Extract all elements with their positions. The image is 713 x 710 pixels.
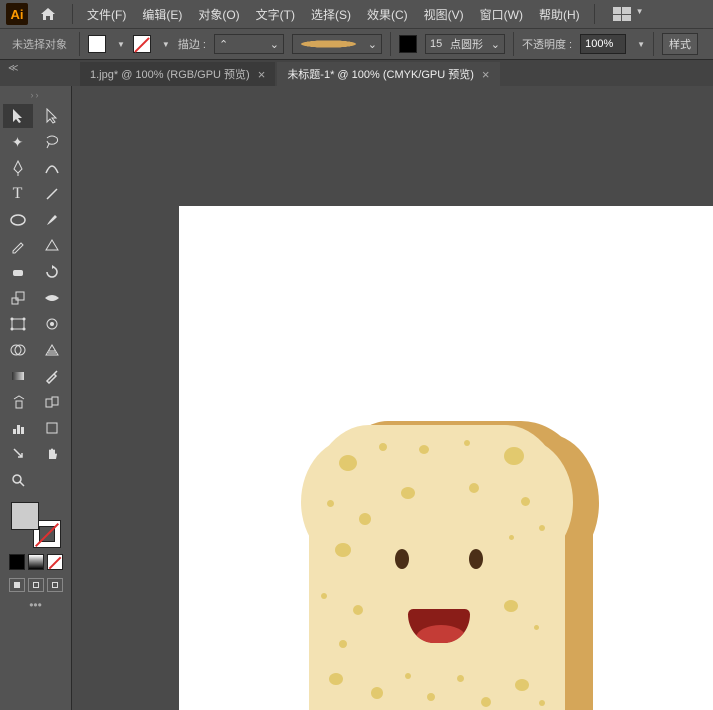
menu-file[interactable]: 文件(F) [81,4,132,25]
divider [79,32,80,56]
perspective-grid-tool[interactable] [37,338,67,362]
divider [72,4,73,24]
shape-builder-tool[interactable] [3,338,33,362]
magic-wand-tool[interactable]: ✦ [3,130,33,154]
paintbrush-tool[interactable] [37,208,67,232]
close-icon[interactable]: × [482,67,490,82]
layout-switcher[interactable]: ▼ [613,7,644,21]
divider [513,32,514,56]
menu-help[interactable]: 帮助(H) [533,4,586,25]
menu-bar: Ai 文件(F) 编辑(E) 对象(O) 文字(T) 选择(S) 效果(C) 视… [0,0,713,28]
stroke-profile-select[interactable]: ⌄ [292,34,382,54]
stroke-weight-select[interactable]: ⌃⌄ [214,34,284,54]
tab-label: 1.jpg* @ 100% (RGB/GPU 预览) [90,66,250,82]
eraser-tool[interactable] [3,260,33,284]
free-transform-tool[interactable] [3,312,33,336]
column-graph-tool[interactable] [3,416,33,440]
lasso-tool[interactable] [37,130,67,154]
menu-edit[interactable]: 编辑(E) [136,4,188,25]
divider [390,32,391,56]
zoom-tool[interactable] [3,468,33,492]
draw-normal[interactable] [9,578,25,592]
direct-selection-tool[interactable] [37,104,67,128]
canvas[interactable] [72,86,713,710]
gradient-tool[interactable] [3,364,33,388]
doc-tab[interactable]: 1.jpg* @ 100% (RGB/GPU 预览) × [80,62,275,86]
blend-tool[interactable] [37,390,67,414]
fill-swatch[interactable] [11,502,39,530]
opacity-label: 不透明度 : [522,36,572,52]
color-mode[interactable] [9,554,25,570]
draw-behind[interactable] [28,578,44,592]
artboard-tool[interactable] [37,416,67,440]
chevron-down-icon[interactable]: ▼ [117,40,125,49]
app-logo: Ai [6,3,28,25]
fill-swatch[interactable] [88,35,106,53]
stroke-label: 描边 : [178,36,206,52]
pencil-tool[interactable] [3,234,33,258]
type-tool[interactable]: T [3,182,33,206]
toolbox: ›› ✦ T [0,86,72,710]
brush-select[interactable]: 15点圆形⌄ [425,34,505,54]
curvature-tool[interactable] [37,156,67,180]
slice-tool[interactable] [3,442,33,466]
symbol-sprayer-tool[interactable] [3,390,33,414]
options-bar: 未选择对象 ▼ ▼ 描边 : ⌃⌄ ⌄ 15点圆形⌄ 不透明度 : ▼ 样式 [0,28,713,60]
artboard [179,206,713,710]
doc-tab[interactable]: 未标题-1* @ 100% (CMYK/GPU 预览) × [277,62,499,86]
none-mode[interactable] [47,554,63,570]
edit-toolbar[interactable]: ••• [29,598,42,612]
tab-strip-arrows[interactable]: ≪ [8,63,18,74]
menu-effect[interactable]: 效果(C) [361,4,414,25]
hand-tool[interactable] [37,442,67,466]
warp-tool[interactable] [37,312,67,336]
divider [653,32,654,56]
tab-label: 未标题-1* @ 100% (CMYK/GPU 预览) [287,66,474,82]
menu-object[interactable]: 对象(O) [192,4,245,25]
brush-swatch[interactable] [399,35,417,53]
fill-stroke-swatches[interactable] [11,502,61,548]
close-icon[interactable]: × [258,67,266,82]
menu-select[interactable]: 选择(S) [305,4,357,25]
line-tool[interactable] [37,182,67,206]
menu-window[interactable]: 窗口(W) [474,4,529,25]
menu-type[interactable]: 文字(T) [250,4,301,25]
gradient-mode[interactable] [28,554,44,570]
stroke-swatch[interactable] [133,35,151,53]
ellipse-tool[interactable] [3,208,33,232]
pen-tool[interactable] [3,156,33,180]
menu-view[interactable]: 视图(V) [418,4,470,25]
draw-inside[interactable] [47,578,63,592]
opacity-input[interactable] [580,34,626,54]
illustration-bread [309,421,589,710]
style-button[interactable]: 样式 [662,33,698,55]
panel-handle[interactable]: ›› [4,90,68,100]
scale-tool[interactable] [3,286,33,310]
chevron-down-icon[interactable]: ▼ [637,40,645,49]
selection-tool[interactable] [3,104,33,128]
eyedropper-tool[interactable] [37,364,67,388]
rotate-tool[interactable] [37,260,67,284]
divider [594,4,595,24]
width-tool[interactable] [37,286,67,310]
selection-status: 未选择对象 [8,36,71,52]
document-tabs: 1.jpg* @ 100% (RGB/GPU 预览) × 未标题-1* @ 10… [0,60,713,86]
home-icon[interactable] [38,4,58,24]
shaper-tool[interactable] [37,234,67,258]
chevron-down-icon[interactable]: ▼ [162,40,170,49]
